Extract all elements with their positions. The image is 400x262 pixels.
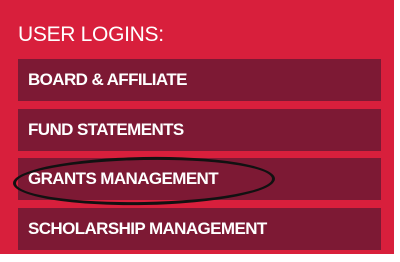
menu-item-label: SCHOLARSHIP MANAGEMENT — [28, 219, 267, 238]
fund-statements-login-button[interactable]: FUND STATEMENTS — [18, 109, 381, 151]
board-affiliate-login-button[interactable]: BOARD & AFFILIATE — [18, 59, 381, 101]
menu-item-label: GRANTS MANAGEMENT — [28, 169, 219, 188]
menu-item-label: BOARD & AFFILIATE — [28, 70, 187, 89]
menu-item-label: FUND STATEMENTS — [28, 120, 184, 139]
user-logins-panel: USER LOGINS: BOARD & AFFILIATE FUND STAT… — [0, 0, 397, 258]
user-logins-heading: USER LOGINS: — [18, 23, 164, 46]
scholarship-management-login-button[interactable]: SCHOLARSHIP MANAGEMENT — [18, 208, 381, 250]
grants-management-login-button[interactable]: GRANTS MANAGEMENT — [18, 158, 381, 200]
